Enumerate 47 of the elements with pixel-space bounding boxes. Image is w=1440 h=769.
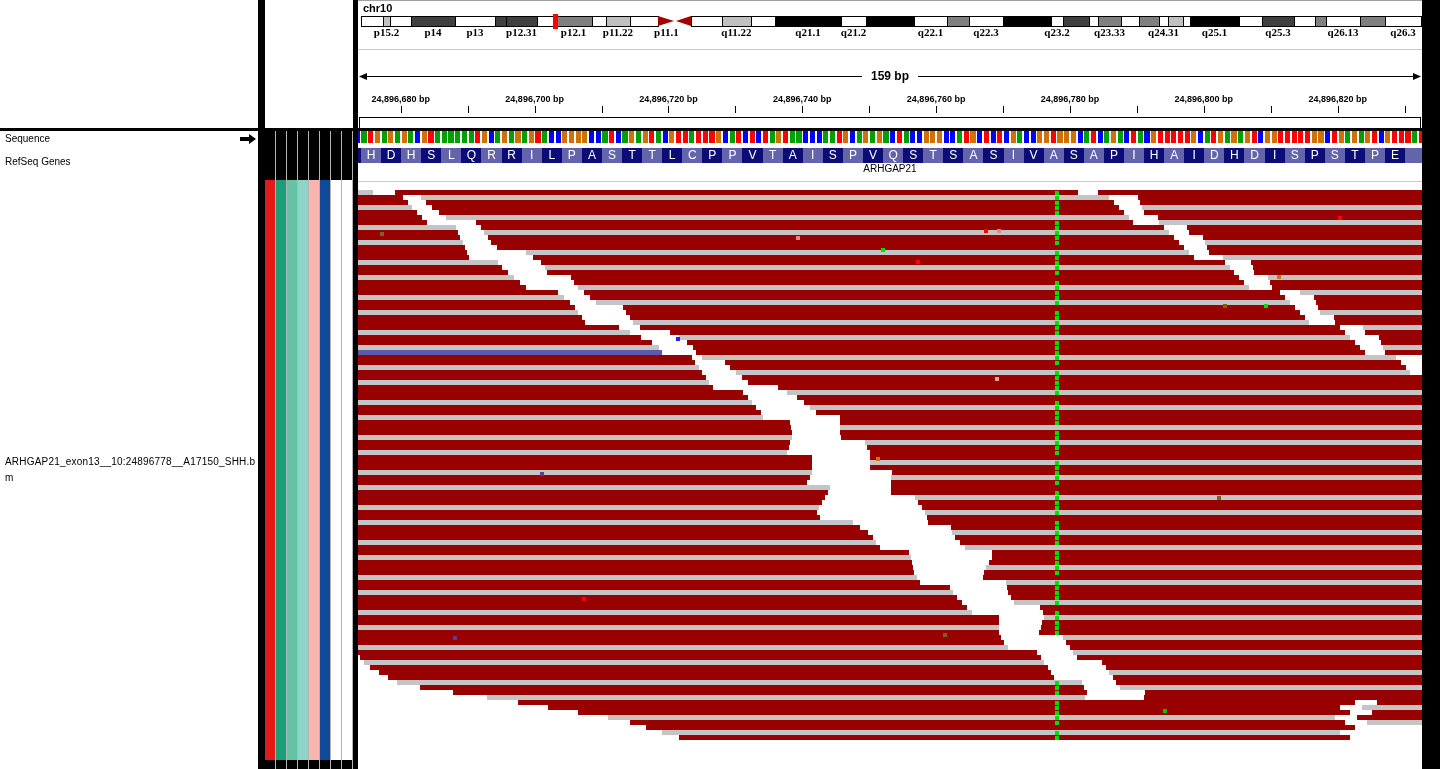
ruler-tick-label: 24,896,820 bp [1308,94,1367,104]
band-label: p12.1 [560,26,587,38]
ruler-tick-label: 24,896,720 bp [639,94,698,104]
band-label: p14 [424,26,442,38]
amino-acid: I [1184,148,1205,163]
amino-acid: Q [461,148,482,163]
amino-acid: S [421,148,442,163]
span-label: 159 bp [870,69,910,83]
ruler-tick-label: 24,896,680 bp [371,94,431,104]
amino-acid: L [662,148,683,163]
amino-acid: H [1144,148,1165,163]
ruler-tick-label: 24,896,780 bp [1040,94,1100,104]
amino-acid: S [943,148,964,163]
band-label: q23.2 [1044,26,1070,38]
ruler-tick-label: 24,896,800 bp [1174,94,1234,104]
ruler-tick-label: 24,896,700 bp [505,94,564,104]
amino-acid: V [742,148,763,163]
band-label: q23.33 [1094,26,1125,38]
band-label: q22.1 [917,26,944,38]
band-label: p13 [466,26,484,38]
band-label: q11.22 [721,26,752,38]
amino-acid: T [622,148,643,163]
band-label: p11.1 [654,26,679,38]
track-name[interactable]: RefSeq Genes [5,156,71,167]
amino-acid: D [381,148,402,163]
amino-acid: H [1224,148,1245,163]
band-label: q21.2 [840,26,867,38]
arrow-right-icon[interactable] [240,133,256,144]
band-label: q26.3 [1390,26,1416,38]
band-label: q25.1 [1201,26,1228,38]
track-name[interactable]: ARHGAP21_exon13__10:24896778__A17150_SHH.b m [5,454,256,486]
band-label: p12.31 [506,26,537,38]
band-label: q21.1 [795,26,821,38]
band-label: q25.3 [1265,26,1291,38]
band-label: q22.3 [973,26,999,38]
band-label: q24.31 [1148,26,1179,38]
amino-acid: P [702,148,723,163]
amino-acid: S [983,148,1004,163]
amino-acid: S [903,148,924,163]
band-label: q26.13 [1327,26,1359,38]
chromosome-name: chr10 [363,2,393,14]
band-label: p15.2 [373,26,400,38]
ruler-tick-label: 24,896,760 bp [906,94,966,104]
track-name[interactable]: Sequence [5,133,51,144]
ruler-tick-label: 24,896,740 bp [773,94,832,104]
gene-name: ARHGAP21 [863,163,917,174]
band-label: p11.22 [602,26,634,38]
